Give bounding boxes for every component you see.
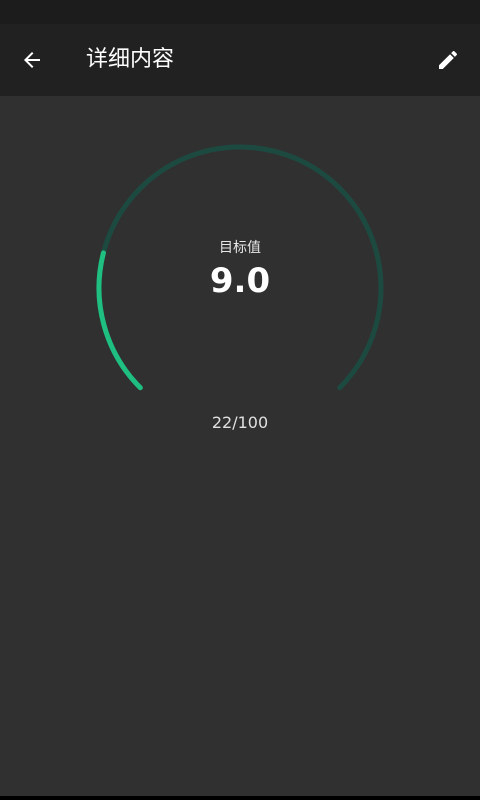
app-bar: 详细内容: [0, 24, 480, 96]
gauge-value: 9.0: [209, 261, 271, 301]
pencil-icon: [439, 50, 458, 69]
back-button[interactable]: [8, 36, 56, 84]
arrow-left-icon: [24, 52, 40, 68]
gauge-label: 目标值: [219, 240, 261, 256]
status-bar: [0, 0, 480, 24]
page-title: 详细内容: [86, 47, 175, 72]
navigation-bar: [0, 796, 480, 800]
content-area: 目标值 9.0 22/100: [0, 96, 480, 800]
edit-button[interactable]: [424, 36, 472, 84]
gauge-progress-text: 22/100: [211, 413, 269, 432]
progress-gauge: 目标值 9.0 22/100: [0, 96, 480, 456]
